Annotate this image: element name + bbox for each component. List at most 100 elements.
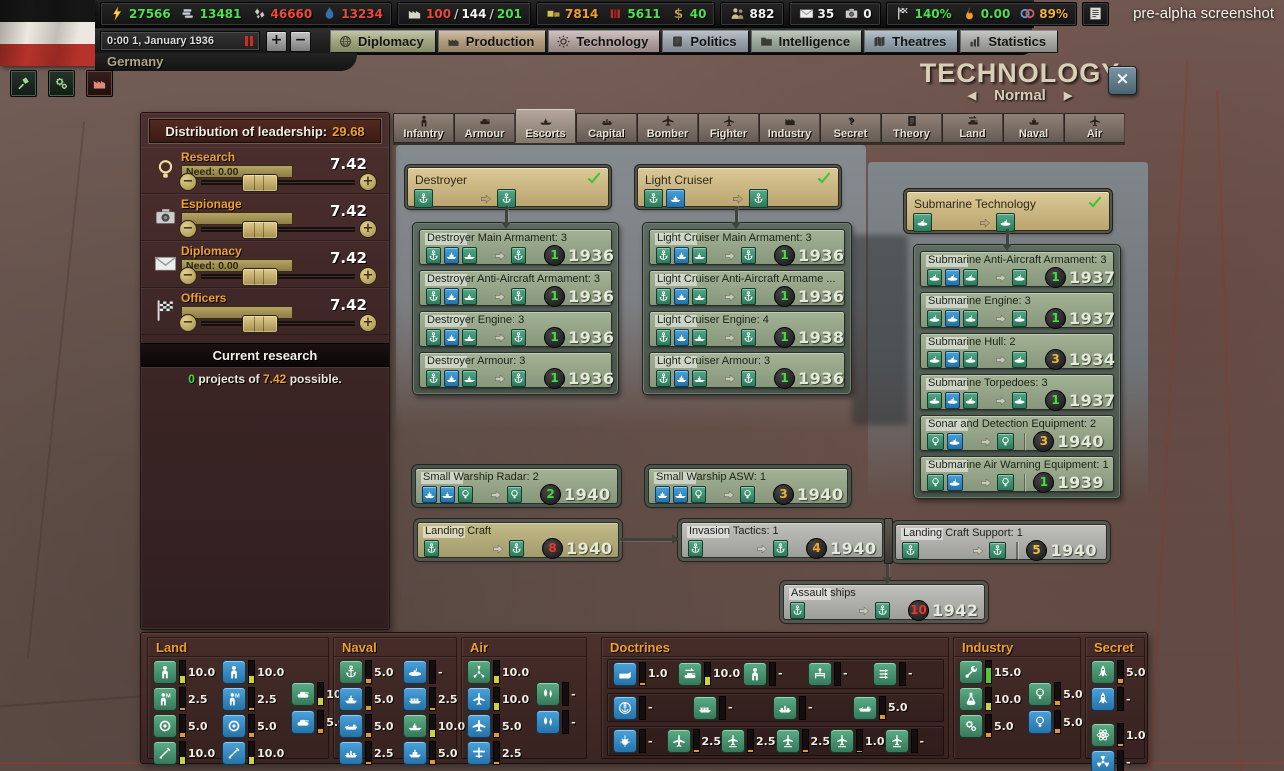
tech-item-submarine-torpedoes-3[interactable]: Submarine Torpedoes: 311937 [920, 374, 1114, 410]
map-icon [872, 34, 887, 49]
decrease-button[interactable]: − [179, 220, 197, 238]
destroyer-icon [692, 370, 707, 387]
slider-handle[interactable] [242, 268, 278, 286]
tech-tab-secret[interactable]: ?Secret [820, 113, 881, 143]
background-photo [852, 235, 908, 425]
tech-item-destroyer-anti-aircraft-armament-3[interactable]: Destroyer Anti-Aircraft Armament: 311936 [419, 270, 612, 306]
hammer-quick-button[interactable] [10, 70, 37, 97]
menu-tab-politics[interactable]: Politics [662, 30, 748, 53]
ship-indicator: 5.0 [403, 741, 465, 765]
slider-handle[interactable] [242, 315, 278, 333]
tech-item-submarine-air-warning-equipment-1[interactable]: Submarine Air Warning Equipment: 111939 [920, 456, 1114, 492]
tech-tab-theory[interactable]: Theory [881, 113, 942, 143]
increase-button[interactable]: + [359, 173, 377, 191]
tech-tab-escorts[interactable]: Escorts [515, 109, 576, 143]
resource-group-menu[interactable] [1082, 2, 1109, 26]
close-button[interactable]: × [1108, 66, 1137, 95]
slider-handle[interactable] [242, 174, 278, 192]
tech-item-assault[interactable]: Assault ships101942 [783, 584, 985, 620]
tech-tab-industry[interactable]: Industry [759, 113, 820, 143]
menu-tab-intelligence[interactable]: Intelligence [751, 30, 863, 53]
researched-check-icon [816, 170, 832, 189]
tech-tab-infantry[interactable]: Infantry [393, 113, 454, 143]
tech-item-submarine-engine-3[interactable]: Submarine Engine: 311937 [920, 292, 1114, 328]
anchorwheel-icon [613, 696, 637, 720]
tech-item-name: Destroyer Anti-Aircraft Armament: 3 [420, 271, 611, 285]
destroyer-icon [462, 247, 477, 264]
tech-item-submarine-anti-aircraft-armament-3[interactable]: Submarine Anti-Aircraft Armament: 311937 [920, 251, 1114, 287]
factory-quick-button[interactable] [86, 70, 113, 97]
tech-item-lcs[interactable]: Landing Craft Support: 151940 [895, 524, 1107, 560]
tech-item-destroyer-main-armament-3[interactable]: Destroyer Main Armament: 311936 [419, 229, 612, 265]
tech-item-light-cruiser-armour-3[interactable]: Light Cruiser Armour: 311936 [649, 352, 845, 388]
resource-value: 140% [915, 7, 952, 21]
germany-flag [0, 0, 95, 66]
menu-tab-theatres[interactable]: Theatres [864, 30, 958, 53]
submarine-icon [963, 351, 978, 368]
tech-tab-naval[interactable]: Naval [1003, 113, 1064, 143]
speed-up-button[interactable]: + [266, 31, 287, 52]
section-industry: Industry15.010.05.05.05.0 [953, 637, 1081, 759]
tech-item-landing[interactable]: Landing Craft81940 [417, 522, 619, 558]
tech-light_cruiser[interactable]: Light Cruiser [637, 167, 839, 207]
ship-icon [1024, 114, 1044, 128]
decrease-button[interactable]: − [179, 267, 197, 285]
tech-item-destroyer-armour-3[interactable]: Destroyer Armour: 311936 [419, 352, 612, 388]
tech-item-asw[interactable]: Small Warship ASW: 131940 [648, 468, 848, 504]
tech-item-light-cruiser-engine-4[interactable]: Light Cruiser Engine: 411938 [649, 311, 845, 347]
research-arrow-icon [977, 216, 993, 230]
tank-icon [475, 114, 495, 128]
tech-item-invasion[interactable]: Invasion Tactics: 141940 [681, 522, 883, 558]
increase-button[interactable]: + [359, 267, 377, 285]
diplomacy-slider[interactable]: −+ [179, 267, 377, 285]
tech-item-submarine-hull-2[interactable]: Submarine Hull: 231934 [920, 333, 1114, 369]
tech-submarine[interactable]: Submarine Technology [906, 191, 1110, 231]
tech-tab-bomber[interactable]: Bomber [637, 113, 698, 143]
oildrop-icon [321, 5, 338, 22]
menu-tab-statistics[interactable]: Statistics [960, 30, 1058, 53]
difficulty-badge: 1 [544, 286, 565, 307]
transport-icon [693, 696, 717, 720]
tech-item-light-cruiser-main-armament-3[interactable]: Light Cruiser Main Armament: 311936 [649, 229, 845, 265]
leadership-assigned-value: - [920, 735, 936, 748]
section-doctrines: Doctrines1.010.0------5.0-2.52.52.51.0- [601, 637, 949, 759]
difficulty-badge: 1 [544, 368, 565, 389]
tech-destroyer[interactable]: Destroyer [407, 167, 609, 207]
ic-value-part: 201 [497, 7, 522, 21]
slider-handle[interactable] [242, 221, 278, 239]
tech-tab-air[interactable]: Air [1064, 113, 1125, 143]
officers-slider[interactable]: −+ [179, 314, 377, 332]
difficulty-prev-icon[interactable]: ◀ [968, 89, 976, 102]
officers-amount: 7.42 [330, 296, 367, 314]
tech-item-name: Invasion Tactics: 1 [682, 523, 882, 537]
planeline-indicator: - [885, 729, 939, 753]
tech-item-light-cruiser-anti-aircraft-armame-[interactable]: Light Cruiser Anti-Aircraft Armame ...11… [649, 270, 845, 306]
tech-tab-capital[interactable]: Capital [576, 113, 637, 143]
decrease-button[interactable]: − [179, 173, 197, 191]
submarine-icon [945, 351, 960, 368]
menu-tab-diplomacy[interactable]: Diplomacy [330, 30, 436, 53]
tech-item-radar[interactable]: Small Warship Radar: 221940 [415, 468, 618, 504]
difficulty-next-icon[interactable]: ▶ [1064, 89, 1072, 102]
increase-button[interactable]: + [359, 220, 377, 238]
increase-button[interactable]: + [359, 314, 377, 332]
militia-icon: M [153, 687, 177, 711]
tech-tab-fighter[interactable]: Fighter [698, 113, 759, 143]
tech-item-destroyer-engine-3[interactable]: Destroyer Engine: 311936 [419, 311, 612, 347]
gears-quick-button[interactable] [48, 70, 75, 97]
speed-down-button[interactable]: − [290, 31, 311, 52]
espionage-slider[interactable]: −+ [179, 220, 377, 238]
progress-bar [429, 714, 436, 738]
arrows3-icon [873, 662, 897, 686]
menu-tab-technology[interactable]: Technology [548, 30, 660, 53]
menu-tab-label: Statistics [988, 34, 1046, 49]
tech-tab-land[interactable]: Land [942, 113, 1003, 143]
tech-tab-armour[interactable]: Armour [454, 113, 515, 143]
militia-indicator: M2.5 [222, 687, 284, 711]
tech-progress-column: -2.510.05.0 [403, 660, 465, 756]
tech-item-sonar-and-detection-equipment-2[interactable]: Sonar and Detection Equipment: 231940 [920, 415, 1114, 451]
menu-tab-production[interactable]: Production [438, 30, 547, 53]
research-slider[interactable]: −+ [179, 173, 377, 191]
decrease-button[interactable]: − [179, 314, 197, 332]
flask-indicator: 10.0 [959, 687, 1021, 711]
